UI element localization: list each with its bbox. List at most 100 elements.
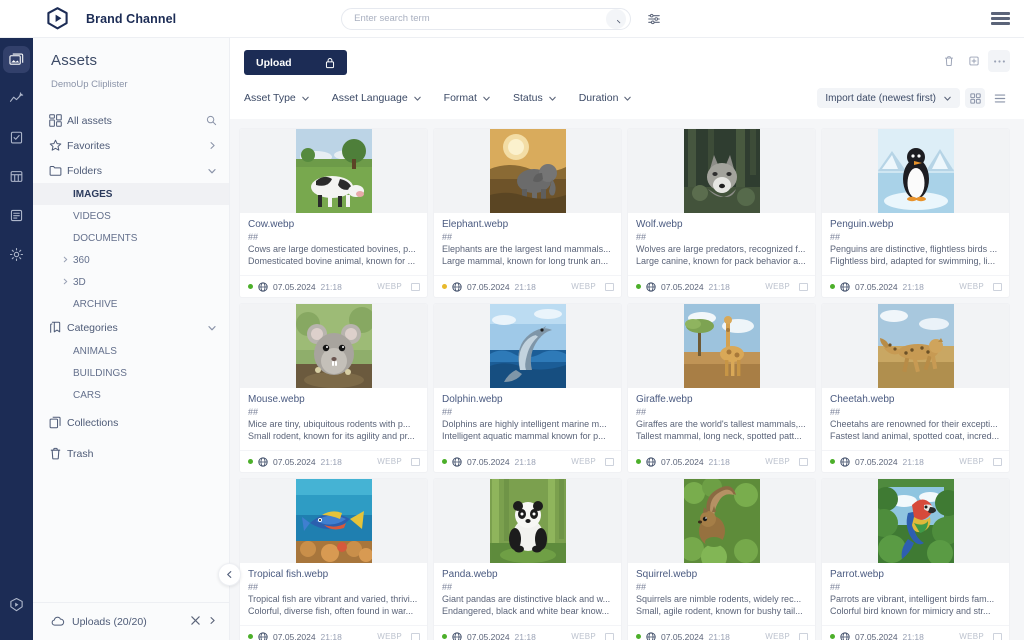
asset-thumbnail[interactable] bbox=[822, 479, 1009, 563]
asset-card[interactable]: Panda.webp ## Giant pandas are distincti… bbox=[433, 478, 622, 640]
sidebar-subitem-360[interactable]: 360 bbox=[33, 249, 229, 271]
asset-description-1: Tropical fish are vibrant and varied, th… bbox=[248, 593, 419, 605]
search-box[interactable] bbox=[341, 8, 631, 30]
asset-card[interactable]: Wolf.webp ## Wolves are large predators,… bbox=[627, 128, 816, 298]
asset-time: 21:18 bbox=[321, 282, 342, 292]
asset-card[interactable]: Cow.webp ## Cows are large domesticated … bbox=[239, 128, 428, 298]
brand-name: Brand Channel bbox=[86, 12, 176, 26]
sidebar-item-label: Categories bbox=[67, 322, 207, 334]
asset-card[interactable]: Penguin.webp ## Penguins are distinctive… bbox=[821, 128, 1010, 298]
sidebar-subitem-archive[interactable]: ARCHIVE bbox=[33, 293, 229, 315]
asset-card[interactable]: Squirrel.webp ## Squirrels are nimble ro… bbox=[627, 478, 816, 640]
globe-icon bbox=[258, 632, 268, 640]
asset-card-body: Dolphin.webp ## Dolphins are highly inte… bbox=[434, 388, 621, 450]
asset-hash: ## bbox=[248, 232, 419, 243]
asset-card[interactable]: Cheetah.webp ## Cheetahs are renowned fo… bbox=[821, 303, 1010, 473]
upload-button[interactable]: Upload bbox=[244, 50, 347, 75]
asset-card[interactable]: Dolphin.webp ## Dolphins are highly inte… bbox=[433, 303, 622, 473]
asset-card[interactable]: Parrot.webp ## Parrots are vibrant, inte… bbox=[821, 478, 1010, 640]
sidebar-item-label: Folders bbox=[67, 165, 207, 177]
uploads-status-bar[interactable]: Uploads (20/20) bbox=[33, 602, 229, 640]
asset-thumbnail[interactable] bbox=[628, 304, 815, 388]
asset-thumbnail[interactable] bbox=[822, 129, 1009, 213]
asset-card[interactable]: Tropical fish.webp ## Tropical fish are … bbox=[239, 478, 428, 640]
asset-thumbnail[interactable] bbox=[434, 304, 621, 388]
sidebar-collapse-button[interactable] bbox=[218, 563, 241, 586]
analytics-icon bbox=[9, 91, 24, 106]
folder-icon bbox=[49, 164, 67, 177]
asset-thumbnail[interactable] bbox=[628, 129, 815, 213]
sidebar-subitem-buildings[interactable]: BUILDINGS bbox=[33, 362, 229, 384]
asset-thumbnail[interactable] bbox=[822, 304, 1009, 388]
asset-description-1: Cows are large domesticated bovines, p..… bbox=[248, 243, 419, 255]
chevron-down-icon bbox=[482, 94, 491, 103]
sidebar-subitem-animals[interactable]: ANIMALS bbox=[33, 340, 229, 362]
sidebar-item-favorites[interactable]: Favorites bbox=[33, 133, 229, 158]
asset-title: Parrot.webp bbox=[830, 569, 1001, 580]
cheetah-thumbnail-image bbox=[878, 304, 954, 388]
asset-extension: WEBP bbox=[959, 632, 984, 640]
sidebar-item-folders[interactable]: Folders bbox=[33, 158, 229, 183]
status-dot bbox=[636, 284, 641, 289]
search-input[interactable] bbox=[354, 13, 606, 24]
asset-card-meta: 07.05.2024 21:18 WEBP bbox=[822, 450, 1009, 472]
asset-description-1: Cheetahs are renowned for their excepti.… bbox=[830, 418, 1001, 430]
chevron-down-icon[interactable] bbox=[207, 323, 217, 333]
rail-item-table[interactable] bbox=[3, 163, 30, 190]
sidebar-search-icon[interactable] bbox=[206, 115, 217, 126]
asset-date: 07.05.2024 bbox=[273, 457, 316, 467]
list-view-button[interactable] bbox=[990, 88, 1010, 108]
asset-thumbnail[interactable] bbox=[240, 479, 427, 563]
chevron-right-icon[interactable] bbox=[62, 278, 69, 287]
rail-item-settings[interactable] bbox=[3, 241, 30, 268]
sidebar-item-categories[interactable]: Categories bbox=[33, 315, 229, 340]
asset-hash: ## bbox=[830, 232, 1001, 243]
sidebar-subitem-3d[interactable]: 3D bbox=[33, 271, 229, 293]
asset-card[interactable]: Elephant.webp ## Elephants are the large… bbox=[433, 128, 622, 298]
asset-thumbnail[interactable] bbox=[434, 479, 621, 563]
asset-thumbnail[interactable] bbox=[628, 479, 815, 563]
rail-item-analytics[interactable] bbox=[3, 85, 30, 112]
search-button[interactable] bbox=[606, 9, 626, 29]
chevron-right-icon[interactable] bbox=[62, 256, 69, 265]
search-filter-button[interactable] bbox=[647, 12, 661, 26]
asset-thumbnail[interactable] bbox=[434, 129, 621, 213]
filter-asset-language[interactable]: Asset Language bbox=[332, 92, 422, 104]
rail-item-media[interactable] bbox=[3, 46, 30, 73]
asset-thumbnail[interactable] bbox=[240, 304, 427, 388]
panda-thumbnail-image bbox=[490, 479, 566, 563]
toolbar-add-to-collection-button[interactable] bbox=[963, 50, 985, 72]
asset-type-icon bbox=[799, 633, 808, 640]
filter-duration[interactable]: Duration bbox=[579, 92, 633, 104]
filter-status[interactable]: Status bbox=[513, 92, 557, 104]
sidebar-subitem-videos[interactable]: VIDEOS bbox=[33, 205, 229, 227]
brand-logo[interactable] bbox=[38, 7, 76, 30]
asset-time: 21:18 bbox=[709, 457, 730, 467]
rail-item-shield[interactable] bbox=[3, 591, 30, 618]
sort-dropdown[interactable]: Import date (newest first) bbox=[817, 88, 960, 108]
asset-time: 21:18 bbox=[321, 632, 342, 640]
sidebar-item-all-assets[interactable]: All assets bbox=[33, 108, 229, 133]
chevron-right-icon[interactable] bbox=[208, 616, 217, 628]
asset-date: 07.05.2024 bbox=[661, 457, 704, 467]
chevron-right-icon[interactable] bbox=[208, 141, 217, 150]
close-icon[interactable] bbox=[190, 615, 201, 629]
sidebar-item-trash[interactable]: Trash bbox=[33, 441, 229, 466]
grid-view-button[interactable] bbox=[965, 88, 985, 108]
toolbar-delete-button[interactable] bbox=[938, 50, 960, 72]
body: Assets DemoUp Cliplister All assets bbox=[0, 38, 1024, 640]
sidebar-subitem-documents[interactable]: DOCUMENTS bbox=[33, 227, 229, 249]
sidebar-item-collections[interactable]: Collections bbox=[33, 410, 229, 435]
asset-thumbnail[interactable] bbox=[240, 129, 427, 213]
rail-item-tasks[interactable] bbox=[3, 124, 30, 151]
filter-format[interactable]: Format bbox=[444, 92, 491, 104]
sidebar-subitem-cars[interactable]: CARS bbox=[33, 384, 229, 406]
sidebar-subitem-images[interactable]: IMAGES bbox=[33, 183, 229, 205]
asset-card[interactable]: Mouse.webp ## Mice are tiny, ubiquitous … bbox=[239, 303, 428, 473]
rail-item-documents[interactable] bbox=[3, 202, 30, 229]
asset-card[interactable]: Giraffe.webp ## Giraffes are the world's… bbox=[627, 303, 816, 473]
toolbar-more-button[interactable] bbox=[988, 50, 1010, 72]
filter-asset-type[interactable]: Asset Type bbox=[244, 92, 310, 104]
chevron-down-icon[interactable] bbox=[207, 166, 217, 176]
hamburger-menu-icon[interactable] bbox=[991, 12, 1010, 25]
